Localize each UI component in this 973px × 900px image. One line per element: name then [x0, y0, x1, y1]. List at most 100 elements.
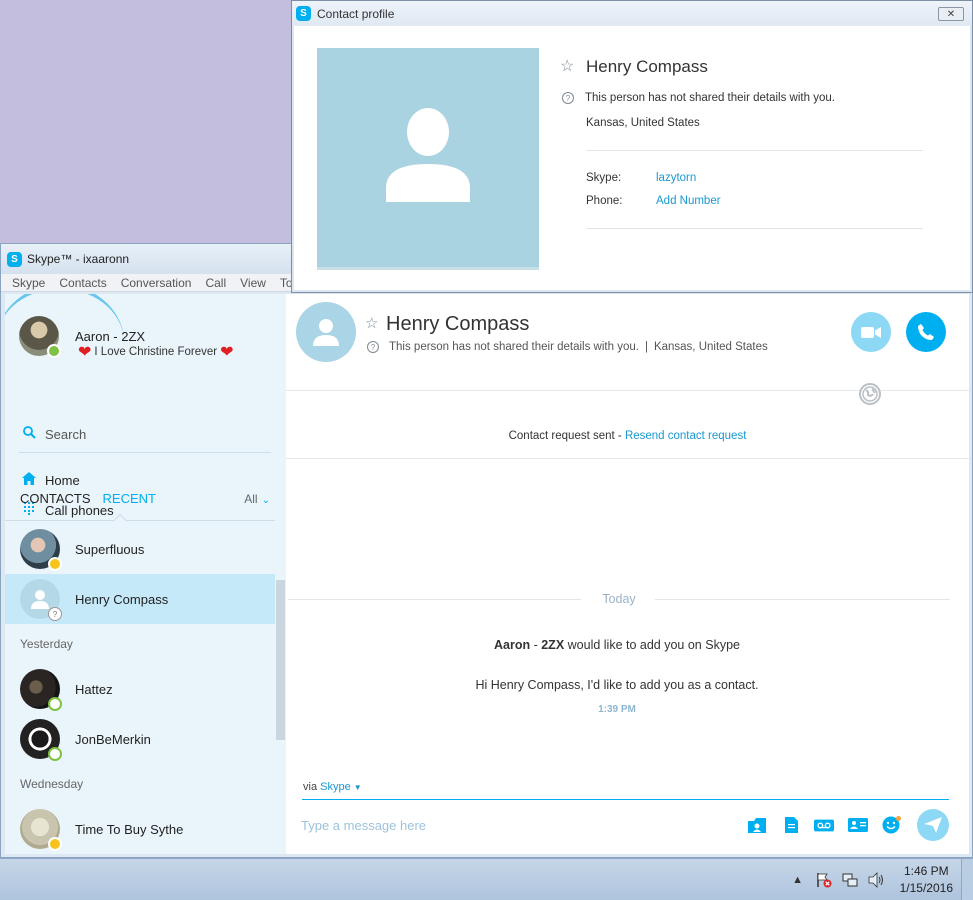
my-avatar[interactable] — [19, 316, 61, 358]
requester-name-part2: 2ZX — [541, 638, 565, 652]
sidebar-scrollbar[interactable] — [276, 580, 285, 740]
details-note: This person has not shared their details… — [389, 341, 639, 353]
profile-divider — [586, 150, 923, 151]
menu-contacts[interactable]: Contacts — [59, 276, 106, 290]
profile-window-title: Contact profile — [317, 6, 395, 21]
unknown-status-icon: ? — [48, 607, 62, 621]
via-service: Skype — [320, 781, 351, 793]
requester-name-sep: - — [530, 638, 542, 652]
volume-icon[interactable] — [868, 872, 884, 888]
person-placeholder-icon — [31, 590, 49, 609]
contact-avatar — [20, 719, 62, 761]
phone-label: Phone: — [586, 195, 623, 207]
contact-name: Henry Compass — [75, 591, 169, 607]
menu-view[interactable]: View — [240, 276, 266, 290]
tabs-divider — [5, 520, 275, 521]
contact-avatar — [20, 529, 62, 571]
send-button[interactable] — [917, 809, 949, 841]
skype-logo-icon: S — [296, 6, 311, 21]
profile-note-text: This person has not shared their details… — [585, 92, 835, 104]
contact-avatar — [20, 809, 62, 851]
profile-body: ☆ Henry Compass ? This person has not sh… — [294, 26, 970, 290]
close-button[interactable]: ✕ — [938, 7, 964, 21]
send-contacts-icon[interactable] — [747, 816, 767, 834]
video-call-button[interactable] — [851, 312, 891, 352]
action-center-flag-icon[interactable] — [816, 872, 832, 888]
search-label: Search — [45, 426, 87, 442]
favorite-star-icon[interactable]: ☆ — [560, 56, 574, 76]
menu-call[interactable]: Call — [205, 276, 226, 290]
away-status-icon — [48, 557, 62, 571]
add-request-message: Hi Henry Compass, I'd like to add you as… — [475, 678, 759, 692]
via-selector[interactable]: via Skype ▼ — [303, 781, 362, 793]
request-divider — [286, 458, 969, 459]
message-timestamp: 1:39 PM — [598, 704, 636, 715]
add-request-title: Aaron - 2ZX would like to add you on Sky… — [286, 638, 948, 652]
profile-photo-placeholder — [317, 48, 539, 270]
date-separator: Today — [288, 592, 950, 606]
contact-item[interactable]: Hattez — [5, 664, 275, 714]
person-placeholder-icon — [313, 319, 339, 346]
show-desktop-button[interactable] — [961, 859, 973, 900]
divider — [19, 452, 271, 453]
home-icon — [21, 472, 37, 488]
contact-subtitle: ? This person has not shared their detai… — [367, 341, 768, 353]
offline-status-icon — [48, 697, 62, 711]
nav-home[interactable]: Home — [21, 472, 80, 488]
menu-conversation[interactable]: Conversation — [121, 276, 192, 290]
skype-main-window: S Skype™ - ixaaronn Skype Contacts Conve… — [0, 243, 973, 858]
tab-recent[interactable]: RECENT — [103, 491, 156, 506]
date-label: Today — [602, 592, 636, 606]
contact-item[interactable]: Time To Buy Sythe — [5, 804, 275, 854]
system-tray: ▲ 1:46 PM 1/15/2016 — [790, 859, 953, 900]
section-wednesday: Wednesday — [20, 777, 84, 791]
chevron-down-icon: ⌄ — [261, 494, 270, 506]
menu-skype[interactable]: Skype — [12, 276, 45, 290]
caret-down-icon: ▼ — [353, 783, 362, 792]
add-request-suffix: would like to add you on Skype — [564, 638, 740, 652]
tab-contacts[interactable]: CONTACTS — [20, 491, 91, 506]
contact-name: JonBeMerkin — [75, 731, 151, 747]
contact-item[interactable]: Superfluous — [5, 524, 275, 574]
conversation-contact-name[interactable]: Henry Compass — [386, 313, 529, 336]
contact-header-avatar[interactable] — [296, 302, 356, 362]
resend-request-link[interactable]: Resend contact request — [625, 430, 746, 442]
contact-name: Time To Buy Sythe — [75, 821, 184, 837]
mood-message[interactable]: ❤ I Love Christine Forever ❤ — [75, 342, 237, 362]
send-contact-card-icon[interactable] — [848, 816, 868, 834]
message-input[interactable] — [301, 814, 731, 836]
mood-text: I Love Christine Forever — [94, 346, 218, 358]
profile-contact-name: Henry Compass — [586, 57, 708, 76]
add-number-link[interactable]: Add Number — [656, 195, 721, 207]
contact-avatar — [20, 669, 62, 711]
contact-name: Hattez — [75, 681, 113, 697]
contact-request-notice: Contact request sent - Resend contact re… — [286, 430, 969, 442]
send-arrow-icon — [924, 817, 942, 833]
location-text: Kansas, United States — [653, 341, 768, 353]
skype-logo-icon: S — [7, 251, 22, 267]
clock-time: 1:46 PM — [903, 864, 949, 878]
person-placeholder-icon — [386, 108, 470, 202]
video-camera-icon — [861, 326, 881, 338]
audio-call-button[interactable] — [906, 312, 946, 352]
heart-icon: ❤ — [220, 344, 234, 361]
contact-item[interactable]: JonBeMerkin — [5, 714, 275, 764]
clock-date: 1/15/2016 — [899, 881, 953, 895]
profile-titlebar[interactable]: S Contact profile — [292, 1, 972, 26]
filter-dropdown[interactable]: All ⌄ — [244, 492, 270, 506]
emoticon-icon[interactable] — [882, 816, 902, 834]
contact-name: Superfluous — [75, 541, 145, 557]
send-file-icon[interactable] — [781, 816, 801, 834]
window-title: Skype™ - ixaaronn — [27, 252, 130, 266]
request-text: Contact request sent - — [508, 430, 625, 442]
globe-icon[interactable] — [859, 383, 881, 405]
search-field[interactable]: Search — [21, 426, 86, 442]
contact-item-selected[interactable]: ? Henry Compass — [5, 574, 275, 624]
video-message-icon[interactable] — [814, 816, 834, 834]
contacts-tabs: CONTACTS RECENT All ⌄ — [20, 491, 270, 506]
network-icon[interactable] — [842, 872, 858, 888]
show-hidden-icons-icon[interactable]: ▲ — [790, 872, 806, 888]
favorite-star-icon[interactable]: ☆ — [365, 314, 378, 332]
skype-id-link[interactable]: lazytorn — [656, 172, 696, 184]
system-clock[interactable]: 1:46 PM 1/15/2016 — [900, 863, 953, 897]
